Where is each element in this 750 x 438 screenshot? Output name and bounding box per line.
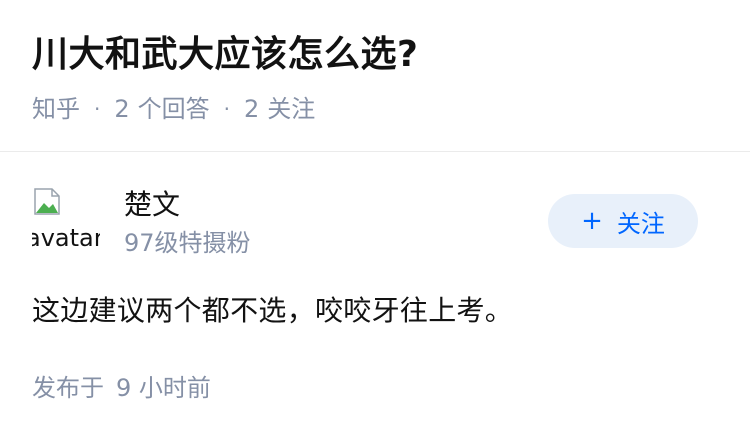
question-header: 川大和武大应该怎么选? 知乎 · 2 个回答 · 2 关注 bbox=[32, 30, 726, 126]
author-headline: 97级特摄粉 bbox=[124, 229, 251, 257]
publish-time-prefix: 发布于 bbox=[32, 374, 104, 402]
meta-separator: · bbox=[223, 97, 230, 121]
follow-button-label: 关注 bbox=[616, 209, 665, 238]
author-row: avatar 楚文 97级特摄粉 + 关注 bbox=[32, 185, 698, 261]
answer-count-label: 个回答 bbox=[137, 95, 210, 123]
follow-button[interactable]: + 关注 bbox=[548, 194, 698, 248]
follower-count-label: 关注 bbox=[267, 95, 316, 123]
publish-time: 发布于 9 小时前 bbox=[32, 371, 698, 405]
broken-image-icon bbox=[34, 188, 60, 215]
question-meta: 知乎 · 2 个回答 · 2 关注 bbox=[32, 92, 726, 126]
avatar-alt-text: avatar bbox=[32, 224, 100, 252]
follower-count: 2 bbox=[244, 95, 260, 123]
answer-count: 2 bbox=[114, 95, 130, 123]
answer-content[interactable]: 这边建议两个都不选，咬咬牙往上考。 bbox=[32, 289, 698, 333]
page: 川大和武大应该怎么选? 知乎 · 2 个回答 · 2 关注 avatar 楚文 … bbox=[0, 0, 750, 438]
plus-icon: + bbox=[581, 206, 603, 236]
source-label: 知乎 bbox=[32, 95, 80, 123]
question-title[interactable]: 川大和武大应该怎么选? bbox=[32, 30, 726, 80]
publish-time-value: 9 小时前 bbox=[116, 374, 211, 402]
author-name[interactable]: 楚文 bbox=[124, 185, 251, 225]
meta-separator: · bbox=[94, 97, 101, 121]
avatar[interactable]: avatar bbox=[32, 185, 100, 253]
answer-card: avatar 楚文 97级特摄粉 + 关注 这边建议两个都不选，咬咬牙往上考。 … bbox=[32, 185, 698, 405]
divider bbox=[0, 151, 750, 152]
author-info: 楚文 97级特摄粉 bbox=[124, 185, 251, 261]
